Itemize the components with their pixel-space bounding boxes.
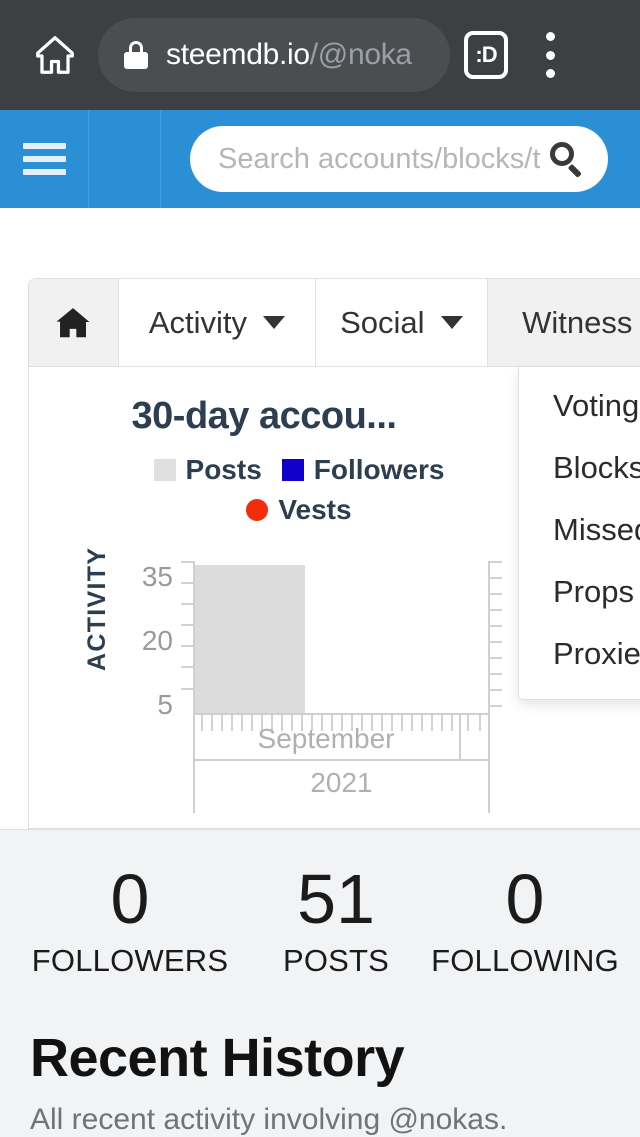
menu-item-voting[interactable]: Voting xyxy=(519,375,640,437)
chart-ytick-mark xyxy=(181,582,193,584)
chevron-down-icon xyxy=(263,316,285,329)
stat-posts-value: 51 xyxy=(297,860,375,938)
search-box[interactable] xyxy=(190,126,608,192)
chart-y-axis-label: ACTIVITY xyxy=(83,546,111,671)
account-card: Activity Social Witness Voting Blocks Mi… xyxy=(28,278,640,829)
url-path: /@noka xyxy=(309,38,412,71)
tab-witness-label: Witness xyxy=(522,304,633,340)
recent-history-heading: Recent History xyxy=(30,1027,405,1088)
search-icon[interactable] xyxy=(550,142,584,178)
url-bar[interactable]: steemdb.io/@noka xyxy=(98,18,450,92)
hamburger-icon-line xyxy=(22,143,66,149)
search-input[interactable] xyxy=(218,142,540,176)
chart-ytick-mark-right xyxy=(490,673,502,675)
menu-item-props[interactable]: Props xyxy=(519,561,640,623)
stat-following-label: FOLLOWING xyxy=(431,942,619,978)
witness-dropdown-menu: Voting Blocks Missed Props Proxied xyxy=(518,367,640,700)
legend-label-vests: Vests xyxy=(278,494,352,525)
chart-ytick-mark xyxy=(181,624,193,626)
chart-month-band-bottom xyxy=(193,759,490,761)
tab-activity-label: Activity xyxy=(148,304,247,340)
tab-activity[interactable]: Activity xyxy=(118,279,317,366)
chart-ytick-mark-right xyxy=(490,593,502,595)
menu-item-proxied[interactable]: Proxied xyxy=(519,623,640,685)
chart-ytick-mark xyxy=(181,561,193,563)
chart-x-year-label: 2021 xyxy=(310,767,373,798)
hamburger-icon-line xyxy=(22,156,66,162)
tab-social[interactable]: Social xyxy=(316,279,488,366)
browser-home-button[interactable] xyxy=(18,18,92,92)
tab-count-label: :D xyxy=(475,42,497,67)
chart-ytick-mark-right xyxy=(490,609,502,611)
chart-ytick-mark-right xyxy=(490,689,502,691)
browser-menu-button[interactable] xyxy=(532,29,568,81)
recent-history-subtitle: All recent activity involving @nokas. xyxy=(30,1102,508,1136)
legend-swatch-vests xyxy=(246,499,269,521)
chart-bar-posts[interactable] xyxy=(195,565,305,713)
stat-following: 0 FOLLOWING xyxy=(412,860,638,979)
tab-witness[interactable]: Witness xyxy=(487,279,640,366)
kebab-dot xyxy=(545,32,555,41)
chart-ytick-mark-right xyxy=(490,561,502,563)
tab-home[interactable] xyxy=(29,279,119,366)
chart-title: 30-day accou... xyxy=(131,395,397,437)
kebab-dot xyxy=(545,69,555,78)
lock-icon xyxy=(124,41,148,69)
url-text: steemdb.io/@noka xyxy=(166,38,412,72)
home-icon xyxy=(56,307,90,337)
hamburger-icon-line xyxy=(22,169,66,175)
chart-legend: Posts Followers Vests xyxy=(29,454,499,526)
chart-ytick-35: 35 xyxy=(141,561,173,592)
url-domain: steemdb.io xyxy=(166,38,310,71)
stat-followers: 0 FOLLOWERS xyxy=(0,860,260,979)
chart-ytick-mark-right xyxy=(490,577,502,579)
account-stats: 0 FOLLOWERS 51 POSTS 0 FOLLOWING xyxy=(0,829,640,1009)
stat-following-value: 0 xyxy=(505,860,545,938)
tab-social-label: Social xyxy=(340,304,425,340)
chart-month-band-sep-mid xyxy=(459,715,461,761)
chevron-down-icon xyxy=(440,316,463,329)
chart-ytick-mark-right xyxy=(490,705,502,707)
browser-toolbar: steemdb.io/@noka :D xyxy=(0,0,640,110)
legend-item-followers[interactable]: Followers xyxy=(281,454,445,486)
stat-followers-value: 0 xyxy=(110,860,150,938)
chart-ytick-mark-right xyxy=(490,657,502,659)
menu-item-blocks[interactable]: Blocks xyxy=(519,437,640,499)
page-body: Activity Social Witness Voting Blocks Mi… xyxy=(0,208,640,1137)
legend-label-posts: Posts xyxy=(185,454,262,485)
stat-followers-label: FOLLOWERS xyxy=(31,942,229,978)
chart-ytick-mark xyxy=(181,688,193,690)
site-navbar xyxy=(0,110,640,208)
legend-label-followers: Followers xyxy=(313,454,445,485)
chart-x-month-label: September xyxy=(257,723,395,754)
kebab-dot xyxy=(545,50,555,60)
chart-month-band-sep-right xyxy=(488,715,490,761)
legend-swatch-posts xyxy=(153,459,176,481)
legend-item-posts[interactable]: Posts xyxy=(153,454,262,486)
home-icon xyxy=(36,36,74,74)
menu-item-missed[interactable]: Missed xyxy=(519,499,640,561)
chart-ytick-mark xyxy=(181,603,193,605)
account-tabs: Activity Social Witness xyxy=(29,279,640,367)
chart-ytick-mark xyxy=(181,645,193,647)
chart-ytick-5: 5 xyxy=(157,689,173,720)
chart-ytick-mark xyxy=(181,666,193,668)
recent-history-section: Recent History All recent activity invol… xyxy=(0,1008,640,1137)
legend-item-vests[interactable]: Vests xyxy=(246,494,352,526)
chart-plot-area: ACTIVITY 35 20 5 September 2021 xyxy=(29,543,529,828)
chart-ytick-mark-right xyxy=(490,625,502,627)
page-top-spacer xyxy=(0,208,640,278)
tab-count-button[interactable]: :D xyxy=(464,31,508,79)
chart-ytick-mark-right xyxy=(490,641,502,643)
stat-posts: 51 POSTS xyxy=(260,860,412,979)
stat-posts-label: POSTS xyxy=(282,942,390,978)
chart-ytick-20: 20 xyxy=(141,625,173,656)
nav-menu-toggle[interactable] xyxy=(0,110,88,208)
legend-swatch-followers xyxy=(281,459,304,481)
